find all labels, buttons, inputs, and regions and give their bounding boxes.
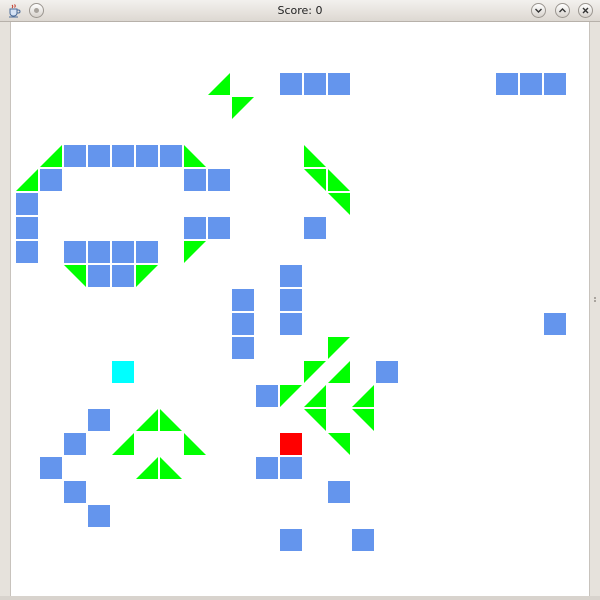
window-bottom-border: [0, 596, 600, 600]
deflector-triangle: [328, 193, 350, 215]
wall-block: [280, 289, 302, 311]
deflector-triangle: [352, 409, 374, 431]
resize-grip-icon[interactable]: [590, 290, 600, 310]
deflector-triangle: [184, 145, 206, 167]
wall-block: [88, 241, 110, 263]
wall-block: [256, 457, 278, 479]
wall-block: [304, 73, 326, 95]
wall-block: [352, 529, 374, 551]
deflector-triangle: [328, 337, 350, 359]
wall-block: [280, 457, 302, 479]
wall-block: [88, 505, 110, 527]
game-window: Score: 0: [0, 0, 600, 600]
deflector-triangle: [328, 361, 350, 383]
deflector-triangle: [304, 409, 326, 431]
wall-block: [280, 265, 302, 287]
wall-block: [496, 73, 518, 95]
wall-block: [88, 409, 110, 431]
wall-block: [544, 73, 566, 95]
deflector-triangle: [112, 433, 134, 455]
deflector-triangle: [328, 169, 350, 191]
wall-block: [40, 457, 62, 479]
deflector-triangle: [16, 169, 38, 191]
wall-block: [64, 481, 86, 503]
wall-block: [112, 145, 134, 167]
deflector-triangle: [64, 265, 86, 287]
deflector-triangle: [304, 385, 326, 407]
wall-block: [64, 241, 86, 263]
deflector-triangle: [40, 145, 62, 167]
deflector-triangle: [160, 409, 182, 431]
wall-block: [184, 217, 206, 239]
wall-block: [88, 145, 110, 167]
wall-block: [328, 481, 350, 503]
deflector-triangle: [352, 385, 374, 407]
wall-block: [112, 241, 134, 263]
deflector-triangle: [304, 145, 326, 167]
deflector-triangle: [184, 241, 206, 263]
wall-block: [328, 73, 350, 95]
wall-block: [208, 169, 230, 191]
deflector-triangle: [184, 433, 206, 455]
wall-block: [232, 289, 254, 311]
wall-block: [136, 145, 158, 167]
wall-block: [184, 169, 206, 191]
wall-block: [544, 313, 566, 335]
ball-block: [112, 361, 134, 383]
wall-block: [112, 265, 134, 287]
deflector-triangle: [304, 169, 326, 191]
wall-block: [280, 529, 302, 551]
deflector-triangle: [136, 457, 158, 479]
deflector-triangle: [232, 97, 254, 119]
wall-block: [232, 337, 254, 359]
wall-block: [280, 313, 302, 335]
wall-block: [208, 217, 230, 239]
game-board[interactable]: [10, 22, 590, 596]
wall-block: [16, 193, 38, 215]
player-block: [280, 433, 302, 455]
deflector-triangle: [304, 361, 326, 383]
wall-block: [520, 73, 542, 95]
wall-block: [16, 241, 38, 263]
deflector-triangle: [136, 409, 158, 431]
wall-block: [280, 73, 302, 95]
wall-block: [64, 145, 86, 167]
deflector-triangle: [160, 457, 182, 479]
deflector-triangle: [136, 265, 158, 287]
deflector-triangle: [328, 433, 350, 455]
wall-block: [136, 241, 158, 263]
wall-block: [64, 433, 86, 455]
deflector-triangle: [208, 73, 230, 95]
wall-block: [160, 145, 182, 167]
deflector-triangle: [280, 385, 302, 407]
wall-block: [256, 385, 278, 407]
game-canvas[interactable]: [1, 0, 600, 600]
wall-block: [88, 265, 110, 287]
wall-block: [376, 361, 398, 383]
wall-block: [16, 217, 38, 239]
wall-block: [304, 217, 326, 239]
wall-block: [232, 313, 254, 335]
wall-block: [40, 169, 62, 191]
